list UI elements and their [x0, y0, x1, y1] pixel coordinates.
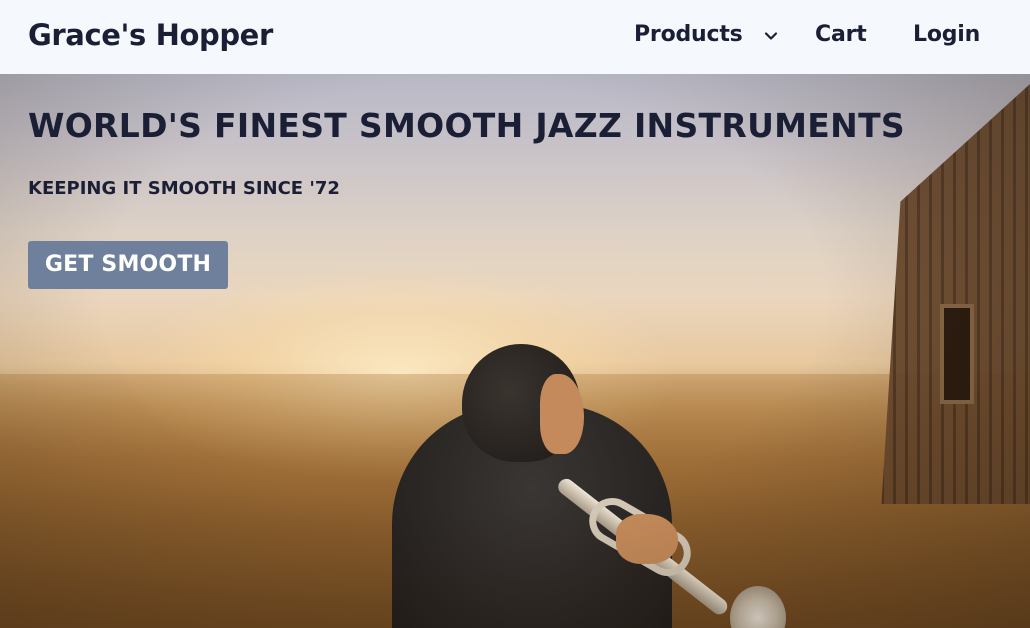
hero-subtitle: KEEPING IT SMOOTH SINCE '72 — [28, 178, 340, 199]
hero-banner-image — [0, 74, 1030, 628]
nav-products-dropdown[interactable]: Products — [634, 22, 779, 47]
brand-logo-link[interactable]: Grace's Hopper — [28, 18, 273, 52]
hero-vignette — [0, 74, 1030, 628]
chevron-down-icon — [764, 32, 777, 40]
get-smooth-button[interactable]: GET SMOOTH — [28, 241, 228, 289]
nav-cart-link[interactable]: Cart — [815, 22, 867, 47]
navbar: Grace's Hopper Products Cart Login — [0, 0, 1030, 74]
nav-login-link[interactable]: Login — [913, 22, 980, 47]
nav-products-label: Products — [634, 22, 743, 47]
hero-title: WORLD'S FINEST SMOOTH JAZZ INSTRUMENTS — [28, 106, 905, 145]
